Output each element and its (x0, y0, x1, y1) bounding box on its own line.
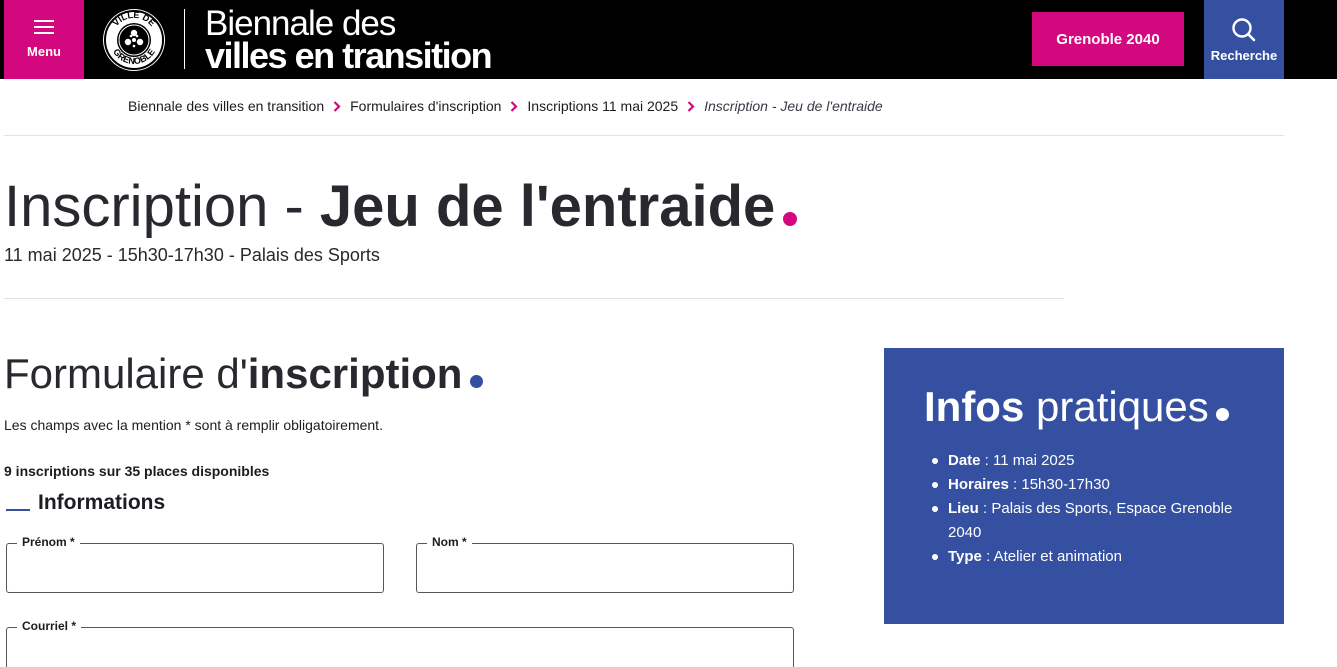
section-title-informations: Informations (6, 491, 165, 515)
nom-input[interactable] (417, 544, 793, 592)
section-bar-decoration (6, 509, 30, 511)
event-subtitle: 11 mai 2025 - 15h30-17h30 - Palais des S… (4, 245, 380, 265)
breadcrumb-home[interactable]: Biennale des villes en transition (128, 98, 324, 114)
courriel-label: Courriel * (17, 619, 82, 633)
hamburger-icon (34, 20, 54, 35)
infos-title: Infos pratiques (924, 383, 1229, 431)
city-seal-logo[interactable]: VILLE DE GRENOBLE (103, 9, 165, 71)
page-title-prefix: Inscription - (4, 174, 320, 239)
infos-list: Date : 11 mai 2025 Horaires : 15h30-17h3… (932, 449, 1252, 569)
divider (4, 298, 1064, 299)
form-title-main: inscription (247, 350, 463, 397)
page-title: Inscription - Jeu de l'entraide (4, 172, 798, 242)
title-dot-decoration (470, 375, 484, 388)
chevron-right-icon (687, 100, 695, 112)
mandatory-note: Les champs avec la mention * sont à remp… (4, 417, 383, 433)
infos-title-suffix: pratiques (1024, 383, 1209, 430)
breadcrumb-registrations[interactable]: Inscriptions 11 mai 2025 (527, 98, 678, 114)
title-dot-decoration (1215, 408, 1229, 421)
divider (4, 135, 1284, 136)
form-title: Formulaire d'inscription (4, 348, 484, 400)
site-title[interactable]: Biennale des villes en transition (205, 4, 493, 76)
search-button[interactable]: Recherche (1204, 0, 1284, 79)
info-key: Date (948, 452, 981, 469)
nom-field[interactable]: Nom * (416, 535, 794, 593)
places-count: 9 inscriptions sur 35 places disponibles (4, 463, 270, 479)
title-dot-decoration (783, 212, 798, 226)
info-key: Lieu (948, 500, 979, 517)
section-title-label: Informations (38, 491, 166, 514)
info-item-lieu: Lieu : Palais des Sports, Espace Grenobl… (932, 497, 1252, 545)
breadcrumb-current: Inscription - Jeu de l'entraide (704, 98, 883, 114)
info-value: : Palais des Sports, Espace Grenoble 204… (948, 500, 1233, 541)
info-key: Type (948, 548, 982, 565)
search-label: Recherche (1210, 47, 1278, 63)
info-key: Horaires (948, 476, 1009, 493)
menu-label: Menu (27, 44, 61, 59)
courriel-input[interactable] (7, 628, 793, 667)
infos-title-main: Infos (924, 383, 1025, 430)
info-item-horaires: Horaires : 15h30-17h30 (932, 473, 1252, 497)
chevron-right-icon (333, 100, 341, 112)
site-header: Menu VILLE DE GRENOBLE Biennale des vill… (0, 0, 1337, 79)
chevron-right-icon (510, 100, 518, 112)
nom-label: Nom * (427, 535, 472, 549)
grenoble-2040-button[interactable]: Grenoble 2040 (1032, 12, 1184, 66)
form-title-prefix: Formulaire d' (4, 350, 248, 397)
prenom-label: Prénom * (17, 535, 80, 549)
prenom-input[interactable] (7, 544, 383, 592)
courriel-field[interactable]: Courriel * (6, 619, 794, 667)
info-item-type: Type : Atelier et animation (932, 545, 1252, 569)
site-title-line2: villes en transition (205, 35, 493, 76)
page-title-main: Jeu de l'entraide (319, 174, 776, 239)
logo-divider (184, 9, 185, 69)
search-icon (1232, 17, 1256, 41)
breadcrumb: Biennale des villes en transition Formul… (128, 98, 883, 114)
breadcrumb-forms[interactable]: Formulaires d'inscription (350, 98, 501, 114)
info-item-date: Date : 11 mai 2025 (932, 449, 1252, 473)
prenom-field[interactable]: Prénom * (6, 535, 384, 593)
infos-pratiques-panel: Infos pratiques Date : 11 mai 2025 Horai… (884, 348, 1284, 624)
info-value: : Atelier et animation (981, 548, 1122, 565)
site-title-line1: Biennale des (205, 4, 396, 43)
menu-button[interactable]: Menu (4, 0, 84, 79)
info-value: : 11 mai 2025 (980, 452, 1075, 469)
info-value: : 15h30-17h30 (1008, 476, 1110, 493)
